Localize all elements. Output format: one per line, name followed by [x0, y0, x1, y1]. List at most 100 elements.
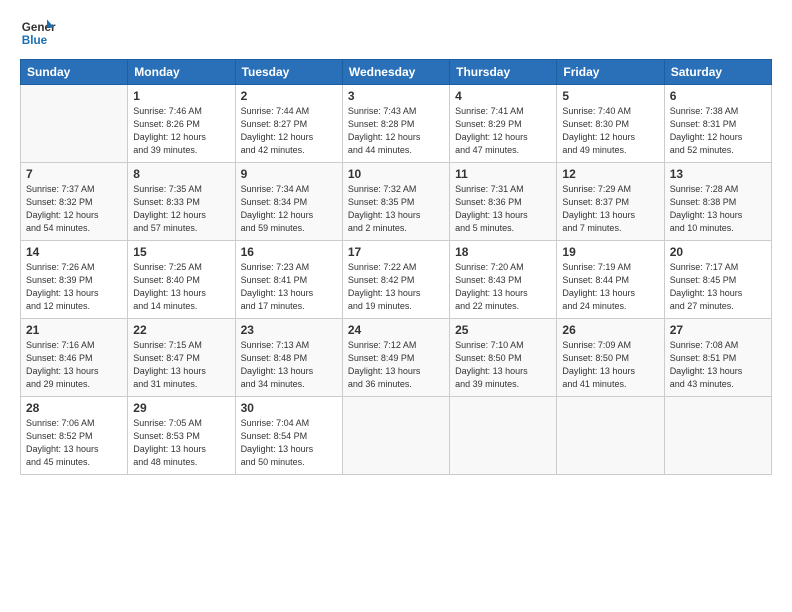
cell-info: Sunrise: 7:31 AM Sunset: 8:36 PM Dayligh… [455, 183, 551, 235]
header-cell-wednesday: Wednesday [342, 60, 449, 85]
cell-info: Sunrise: 7:43 AM Sunset: 8:28 PM Dayligh… [348, 105, 444, 157]
day-number: 2 [241, 89, 337, 103]
calendar-cell: 16Sunrise: 7:23 AM Sunset: 8:41 PM Dayli… [235, 241, 342, 319]
day-number: 13 [670, 167, 766, 181]
calendar-cell: 18 Sunrise: 7:20 AM Sunset: 8:43 PM Dayli… [450, 241, 557, 319]
cell-info: Sunrise: 7:37 AM Sunset: 8:32 PM Dayligh… [26, 183, 122, 235]
cell-info: Sunrise: 7:25 AM Sunset: 8:40 PM Dayligh… [133, 261, 229, 313]
calendar-cell: 17 Sunrise: 7:22 AM Sunset: 8:42 PM Dayli… [342, 241, 449, 319]
week-row-1: 7 Sunrise: 7:37 AM Sunset: 8:32 PM Daylig… [21, 163, 772, 241]
day-number: 7 [26, 167, 122, 181]
day-number: 12 [562, 167, 658, 181]
day-number: 16 [241, 245, 337, 259]
calendar-cell: 15 Sunrise: 7:25 AM Sunset: 8:40 PM Dayli… [128, 241, 235, 319]
calendar-cell: 4Sunrise: 7:41 AM Sunset: 8:29 PM Daylig… [450, 85, 557, 163]
day-number: 24 [348, 323, 444, 337]
cell-info: Sunrise: 7:34 AM Sunset: 8:34 PM Dayligh… [241, 183, 337, 235]
week-row-3: 21Sunrise: 7:16 AM Sunset: 8:46 PM Dayli… [21, 319, 772, 397]
calendar-cell: 3 Sunrise: 7:43 AM Sunset: 8:28 PM Daylig… [342, 85, 449, 163]
cell-info: Sunrise: 7:22 AM Sunset: 8:42 PM Dayligh… [348, 261, 444, 313]
week-row-0: 1 Sunrise: 7:46 AM Sunset: 8:26 PM Daylig… [21, 85, 772, 163]
calendar-cell [664, 397, 771, 475]
cell-info: Sunrise: 7:16 AM Sunset: 8:46 PM Dayligh… [26, 339, 122, 391]
day-number: 17 [348, 245, 444, 259]
calendar-cell [21, 85, 128, 163]
cell-info: Sunrise: 7:17 AM Sunset: 8:45 PM Dayligh… [670, 261, 766, 313]
calendar-cell: 24 Sunrise: 7:12 AM Sunset: 8:49 PM Dayli… [342, 319, 449, 397]
day-number: 6 [670, 89, 766, 103]
day-number: 30 [241, 401, 337, 415]
cell-info: Sunrise: 7:26 AM Sunset: 8:39 PM Dayligh… [26, 261, 122, 313]
calendar-cell: 14 Sunrise: 7:26 AM Sunset: 8:39 PM Dayli… [21, 241, 128, 319]
calendar-body: 1 Sunrise: 7:46 AM Sunset: 8:26 PM Daylig… [21, 85, 772, 475]
header-cell-tuesday: Tuesday [235, 60, 342, 85]
logo-icon: General Blue [20, 15, 56, 51]
page: General Blue SundayMondayTuesdayWednesda… [0, 0, 792, 612]
header-cell-monday: Monday [128, 60, 235, 85]
calendar-cell [342, 397, 449, 475]
cell-info: Sunrise: 7:20 AM Sunset: 8:43 PM Dayligh… [455, 261, 551, 313]
calendar-cell: 26Sunrise: 7:09 AM Sunset: 8:50 PM Dayli… [557, 319, 664, 397]
svg-text:General: General [22, 21, 56, 34]
cell-info: Sunrise: 7:19 AM Sunset: 8:44 PM Dayligh… [562, 261, 658, 313]
cell-info: Sunrise: 7:12 AM Sunset: 8:49 PM Dayligh… [348, 339, 444, 391]
calendar-cell: 27Sunrise: 7:08 AM Sunset: 8:51 PM Dayli… [664, 319, 771, 397]
day-number: 19 [562, 245, 658, 259]
calendar-cell: 1 Sunrise: 7:46 AM Sunset: 8:26 PM Daylig… [128, 85, 235, 163]
cell-info: Sunrise: 7:29 AM Sunset: 8:37 PM Dayligh… [562, 183, 658, 235]
day-number: 4 [455, 89, 551, 103]
logo: General Blue [20, 15, 56, 51]
day-number: 20 [670, 245, 766, 259]
day-number: 29 [133, 401, 229, 415]
calendar-cell: 19 Sunrise: 7:19 AM Sunset: 8:44 PM Dayli… [557, 241, 664, 319]
calendar-cell: 23Sunrise: 7:13 AM Sunset: 8:48 PM Dayli… [235, 319, 342, 397]
day-number: 8 [133, 167, 229, 181]
cell-info: Sunrise: 7:08 AM Sunset: 8:51 PM Dayligh… [670, 339, 766, 391]
day-number: 1 [133, 89, 229, 103]
calendar-cell: 25Sunrise: 7:10 AM Sunset: 8:50 PM Dayli… [450, 319, 557, 397]
day-number: 28 [26, 401, 122, 415]
header: General Blue [20, 15, 772, 51]
calendar-cell: 10 Sunrise: 7:32 AM Sunset: 8:35 PM Dayli… [342, 163, 449, 241]
calendar-cell: 22 Sunrise: 7:15 AM Sunset: 8:47 PM Dayli… [128, 319, 235, 397]
day-number: 18 [455, 245, 551, 259]
day-number: 5 [562, 89, 658, 103]
cell-info: Sunrise: 7:38 AM Sunset: 8:31 PM Dayligh… [670, 105, 766, 157]
calendar-cell: 6 Sunrise: 7:38 AM Sunset: 8:31 PM Daylig… [664, 85, 771, 163]
cell-info: Sunrise: 7:35 AM Sunset: 8:33 PM Dayligh… [133, 183, 229, 235]
calendar-cell: 2 Sunrise: 7:44 AM Sunset: 8:27 PM Daylig… [235, 85, 342, 163]
week-row-2: 14 Sunrise: 7:26 AM Sunset: 8:39 PM Dayli… [21, 241, 772, 319]
cell-info: Sunrise: 7:44 AM Sunset: 8:27 PM Dayligh… [241, 105, 337, 157]
day-number: 9 [241, 167, 337, 181]
cell-info: Sunrise: 7:28 AM Sunset: 8:38 PM Dayligh… [670, 183, 766, 235]
calendar-cell: 8 Sunrise: 7:35 AM Sunset: 8:33 PM Daylig… [128, 163, 235, 241]
day-number: 23 [241, 323, 337, 337]
day-number: 11 [455, 167, 551, 181]
calendar-cell: 28Sunrise: 7:06 AM Sunset: 8:52 PM Dayli… [21, 397, 128, 475]
calendar-header-row: SundayMondayTuesdayWednesdayThursdayFrid… [21, 60, 772, 85]
calendar-cell: 13 Sunrise: 7:28 AM Sunset: 8:38 PM Dayli… [664, 163, 771, 241]
header-cell-thursday: Thursday [450, 60, 557, 85]
cell-info: Sunrise: 7:15 AM Sunset: 8:47 PM Dayligh… [133, 339, 229, 391]
calendar-cell: 29Sunrise: 7:05 AM Sunset: 8:53 PM Dayli… [128, 397, 235, 475]
cell-info: Sunrise: 7:32 AM Sunset: 8:35 PM Dayligh… [348, 183, 444, 235]
calendar-cell [450, 397, 557, 475]
calendar-cell [557, 397, 664, 475]
calendar-cell: 21Sunrise: 7:16 AM Sunset: 8:46 PM Dayli… [21, 319, 128, 397]
calendar-cell: 9 Sunrise: 7:34 AM Sunset: 8:34 PM Daylig… [235, 163, 342, 241]
cell-info: Sunrise: 7:40 AM Sunset: 8:30 PM Dayligh… [562, 105, 658, 157]
day-number: 3 [348, 89, 444, 103]
cell-info: Sunrise: 7:46 AM Sunset: 8:26 PM Dayligh… [133, 105, 229, 157]
calendar-cell: 11 Sunrise: 7:31 AM Sunset: 8:36 PM Dayli… [450, 163, 557, 241]
day-number: 22 [133, 323, 229, 337]
svg-text:Blue: Blue [22, 34, 48, 47]
day-number: 10 [348, 167, 444, 181]
day-number: 26 [562, 323, 658, 337]
calendar-cell: 20 Sunrise: 7:17 AM Sunset: 8:45 PM Dayli… [664, 241, 771, 319]
day-number: 15 [133, 245, 229, 259]
day-number: 14 [26, 245, 122, 259]
header-cell-saturday: Saturday [664, 60, 771, 85]
calendar-cell: 30Sunrise: 7:04 AM Sunset: 8:54 PM Dayli… [235, 397, 342, 475]
day-number: 25 [455, 323, 551, 337]
week-row-4: 28Sunrise: 7:06 AM Sunset: 8:52 PM Dayli… [21, 397, 772, 475]
